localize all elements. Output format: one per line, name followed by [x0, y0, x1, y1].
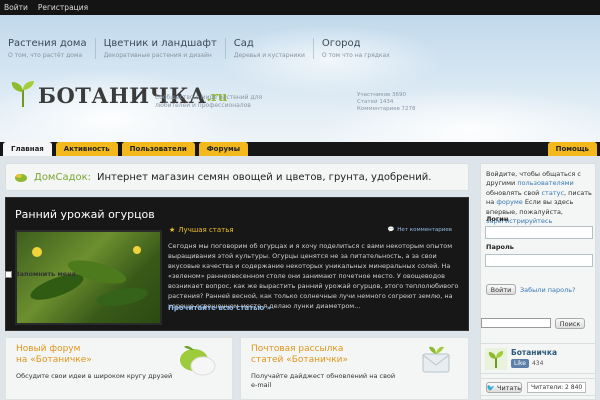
article-excerpt: Сегодня мы поговорим об огурцах и я хочу… [168, 242, 459, 311]
article-title[interactable]: Ранний урожай огурцов [15, 208, 155, 221]
search-input[interactable] [481, 318, 551, 328]
tab-forums[interactable]: Форумы [198, 142, 249, 156]
status-link[interactable]: статус [541, 189, 564, 197]
sprout-avatar-icon [485, 348, 507, 370]
site-tagline: Сообщество о мире растений для любителей… [155, 94, 263, 110]
tab-activity[interactable]: Активность [55, 142, 118, 156]
intro-text: обновлять свой [486, 188, 540, 197]
stat-articles: Статей 1434 [357, 98, 394, 105]
category-subtitle: Деревья и кустарники [233, 52, 305, 59]
login-input[interactable] [485, 226, 593, 239]
seed-packet-icon [15, 174, 27, 182]
header-background [0, 0, 600, 142]
category-title: Огород [321, 38, 361, 49]
tab-home[interactable]: Главная [3, 142, 52, 156]
password-input[interactable] [485, 254, 593, 267]
category-title: Сад [233, 38, 254, 49]
category-title: Цветник и ландшафт [103, 38, 217, 49]
badge-label: Лучшая статья [178, 226, 234, 234]
tab-help[interactable]: Помощь [547, 142, 597, 156]
login-button[interactable]: Войти [486, 284, 516, 295]
read-more-link[interactable]: Прочитайте всю статью » [168, 304, 271, 312]
twitter-readers-count: Читатели: 2 840 [527, 382, 587, 393]
tab-users[interactable]: Пользователи [121, 142, 195, 156]
login-label: Логин [486, 215, 509, 223]
twitter-widget: 🐦 Читать Читатели: 2 840 [480, 378, 596, 396]
category-vegetables[interactable]: Огород О том что на грядках [312, 38, 398, 59]
category-subtitle: О том что на грядках [321, 52, 390, 59]
category-subtitle: О том, что растёт дома [8, 52, 83, 59]
forum-promo-box[interactable]: Новый форум на «Ботаничке» Обсудите свои… [5, 337, 233, 400]
remember-me[interactable]: Запомнить меня [5, 270, 76, 278]
vk-group-name[interactable]: Ботаничка [511, 348, 557, 357]
search-button[interactable]: Поиск [555, 318, 585, 329]
comments-link[interactable]: 💬 Нет комментариев [387, 227, 452, 233]
stat-members: Участников 3690 [357, 92, 407, 98]
forum-link[interactable]: форуме [496, 198, 522, 206]
twitter-follow-label: Читать [497, 383, 522, 392]
newsletter-text: Получайте дайджест обновлений на свой e-… [251, 371, 396, 390]
category-garden[interactable]: Сад Деревья и кустарники [224, 38, 313, 59]
category-menu: Растения дома О том, что растёт дома Цве… [0, 38, 398, 59]
main-nav: Главная Активность Пользователи Форумы П… [0, 142, 600, 156]
newsletter-promo-box[interactable]: Почтовая рассылка статей «Ботанички» Пол… [240, 337, 469, 400]
promo-brand: ДомСадок: [34, 171, 92, 183]
users-link[interactable]: пользователями [517, 179, 573, 187]
twitter-follow-button[interactable]: 🐦 Читать [486, 382, 522, 393]
category-title: Растения дома [8, 38, 87, 49]
login-link[interactable]: Войти [4, 3, 28, 12]
register-link[interactable]: Регистрация [38, 3, 88, 12]
site-stats: Участников 3690 Статей 1434 Комментариев… [357, 92, 416, 113]
sprout-logo-icon [8, 80, 38, 108]
category-houseplants[interactable]: Растения дома О том, что растёт дома [0, 38, 95, 59]
vk-like-count: 434 [531, 360, 544, 367]
password-label: Пароль [486, 243, 514, 251]
category-subtitle: Декоративные растения и дизайн [103, 52, 212, 59]
vk-widget: Ботаничка Like 434 [480, 343, 596, 374]
chat-bubbles-icon [180, 346, 216, 376]
remember-label: Запомнить меня [15, 270, 76, 278]
promo-banner[interactable]: ДомСадок: Интернет магазин семян овощей … [5, 163, 469, 191]
top-bar: Войти Регистрация [0, 0, 600, 15]
vk-like-button[interactable]: Like [511, 359, 529, 368]
promo-text: Интернет магазин семян овощей и цветов, … [97, 171, 432, 183]
stat-comments: Комментариев 7278 [357, 105, 416, 112]
comment-bubble-icon: 💬 [387, 227, 395, 233]
remember-checkbox[interactable] [5, 270, 12, 278]
star-icon: ★ [169, 226, 176, 234]
twitter-bird-icon: 🐦 [486, 383, 496, 392]
category-flowerbed[interactable]: Цветник и ландшафт Декоративные растения… [94, 38, 225, 59]
featured-article: Ранний урожай огурцов ★ Лучшая статья 💬 … [5, 197, 469, 331]
best-article-badge: ★ Лучшая статья [169, 226, 234, 234]
forgot-password-link[interactable]: Забыли пароль? [520, 286, 576, 294]
envelope-icon [422, 346, 450, 373]
comments-label: Нет комментариев [397, 227, 452, 233]
